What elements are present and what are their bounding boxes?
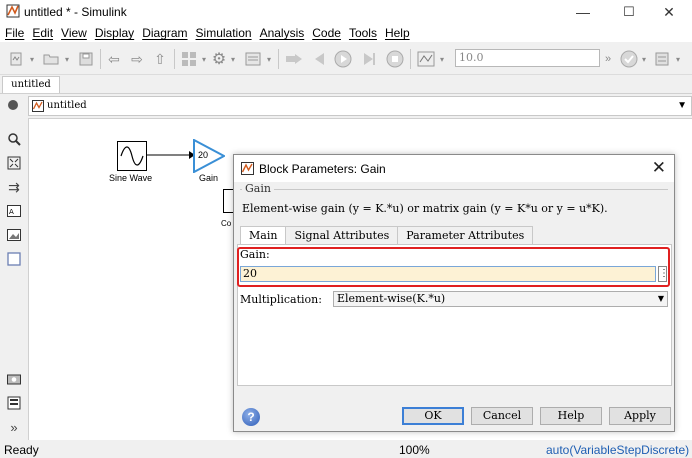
library-dropdown-icon[interactable]: ▾ [200,49,208,69]
block-parameters-dialog: Block Parameters: Gain ✕ Gain Element-wi… [233,154,675,432]
cancel-button[interactable]: Cancel [471,407,533,425]
menu-file[interactable]: File [0,24,28,42]
menu-code[interactable]: Code [308,24,345,42]
up-arrow-icon[interactable]: ⇧ [150,49,170,69]
model-path-field[interactable]: untitled ▼ [28,96,692,116]
menu-simulation[interactable]: Simulation [192,24,256,42]
explorer-dropdown-icon[interactable]: ▾ [265,49,273,69]
model-path-text: untitled [47,100,87,111]
path-dropdown-icon[interactable]: ▼ [677,100,687,111]
back-arrow-icon[interactable]: ⇦ [104,49,124,69]
data-icon[interactable] [652,49,672,69]
save-icon[interactable] [76,49,96,69]
group-title: Gain [242,182,274,195]
toolbar-separator [278,49,279,69]
image-icon[interactable] [7,228,21,242]
status-zoom: 100% [399,443,430,457]
toolbar-separator [410,49,411,69]
dialog-title-bar: Block Parameters: Gain ✕ [234,155,674,182]
signal-line[interactable] [147,149,195,161]
tab-main[interactable]: Main [240,226,287,245]
library-browser-icon[interactable] [178,49,200,69]
ok-button[interactable]: OK [402,407,464,425]
toolbar-separator [100,49,101,69]
simulink-window: untitled * - Simulink — ☐ ✕ File Edit Vi… [0,0,692,458]
svg-text:A: A [9,208,14,216]
dialog-title: Block Parameters: Gain [259,162,386,176]
annotation-icon[interactable]: A [7,204,21,218]
tab-signal-attributes[interactable]: Signal Attributes [285,226,399,244]
zoom-icon[interactable] [7,132,21,146]
menu-tools[interactable]: Tools [345,24,381,42]
screenshot-icon[interactable] [7,372,21,386]
menu-display[interactable]: Display [91,24,138,42]
open-icon[interactable] [40,49,62,69]
toolbar-overflow-icon[interactable]: » [602,49,614,69]
menu-view[interactable]: View [57,24,91,42]
dialog-close-icon[interactable]: ✕ [652,158,666,178]
minimize-button[interactable]: — [560,0,606,24]
title-bar: untitled * - Simulink — ☐ ✕ [0,0,692,24]
area-icon[interactable] [7,252,21,266]
multiplication-value: Element-wise(K.*u) [337,292,446,305]
scope-icon[interactable] [415,49,437,69]
expand-palette-icon[interactable]: » [7,420,21,435]
gain-block-label: Gain [199,173,219,183]
tab-untitled[interactable]: untitled [2,76,60,93]
data-dropdown-icon[interactable]: ▾ [674,49,682,69]
gain-block-value: 20 [198,150,209,160]
forward-arrow-icon[interactable]: ⇨ [127,49,147,69]
window-title: untitled * - Simulink [24,5,127,19]
hide-browser-icon[interactable] [8,100,18,110]
settings-dropdown-icon[interactable]: ▾ [229,49,237,69]
tab-parameter-attributes[interactable]: Parameter Attributes [397,226,534,244]
status-ready: Ready [4,443,39,457]
open-dropdown-icon[interactable]: ▾ [62,49,72,69]
highlight-box [237,247,670,287]
fit-to-view-icon[interactable] [7,156,21,170]
multiplication-select[interactable]: Element-wise(K.*u) ▼ [333,291,668,307]
menu-edit[interactable]: Edit [28,24,57,42]
apply-button[interactable]: Apply [609,407,671,425]
model-icon [32,100,44,112]
menu-analysis[interactable]: Analysis [256,24,309,42]
help-icon[interactable]: ? [242,408,260,426]
step-backward-icon[interactable] [309,49,329,69]
model-explorer-icon[interactable] [242,49,264,69]
sine-wave-label: Sine Wave [109,173,153,183]
hidden-block-label: Co [221,219,232,228]
stop-time-input[interactable]: 10.0 [455,49,600,67]
status-bar: Ready 100% auto(VariableStepDiscrete) [0,440,692,458]
status-solver-link[interactable]: auto(VariableStepDiscrete) [546,443,689,457]
window-close-button[interactable]: ✕ [646,0,692,24]
stop-icon[interactable] [385,49,405,69]
run-icon[interactable] [333,49,353,69]
dialog-simulink-icon [241,162,254,175]
multiplication-label: Multiplication: [240,293,322,306]
scope-dropdown-icon[interactable]: ▾ [438,49,446,69]
left-palette: ⇉ A » [0,118,28,440]
arrows-icon[interactable]: ⇉ [7,179,21,195]
new-model-icon[interactable] [5,49,27,69]
address-bar: untitled ▼ [0,93,692,117]
simulink-app-icon [6,4,20,18]
model-tab-row: untitled [0,76,692,93]
menu-help[interactable]: Help [381,24,414,42]
step-back-icon[interactable] [283,49,305,69]
toolbar-separator [174,49,175,69]
step-forward-icon[interactable] [359,49,379,69]
help-button[interactable]: Help [540,407,602,425]
sine-wave-block[interactable] [117,141,147,171]
settings-gear-icon[interactable]: ⚙ [209,49,229,69]
dialog-tabs: Main Signal Attributes Parameter Attribu… [240,226,534,245]
check-icon[interactable] [619,49,639,69]
check-dropdown-icon[interactable]: ▾ [640,49,648,69]
menu-diagram[interactable]: Diagram [138,24,191,42]
new-dropdown-icon[interactable]: ▾ [27,49,37,69]
property-inspector-icon[interactable] [7,396,21,410]
block-description: Element-wise gain (y = K.*u) or matrix g… [242,202,608,215]
menu-bar: File Edit View Display Diagram Simulatio… [0,24,692,42]
chevron-down-icon: ▼ [657,294,664,303]
